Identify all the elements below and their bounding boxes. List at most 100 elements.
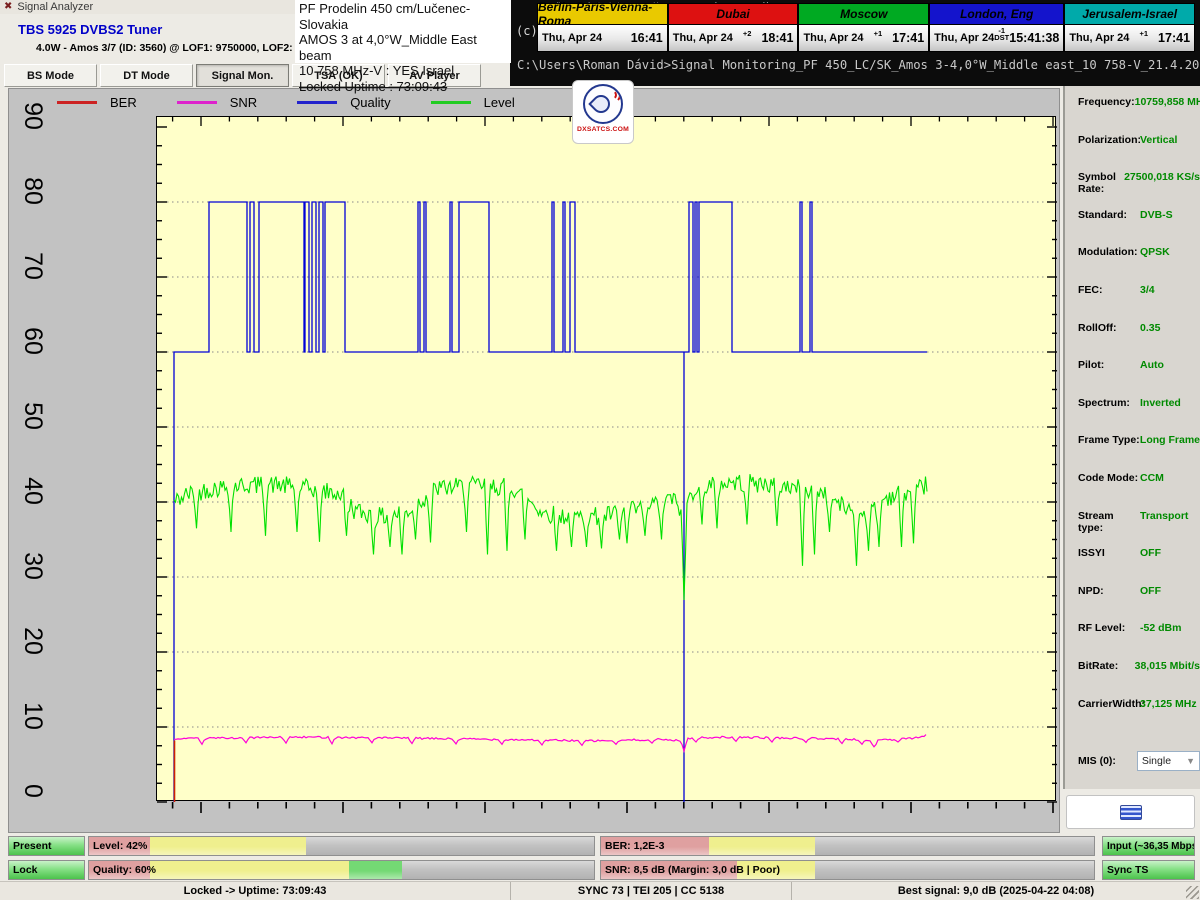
clock-jerusalem: Jerusalem-Israel Thu, Apr 24 +1 17:41 [1065, 4, 1194, 51]
panel-row: CarrierWidth:37,125 MHz [1078, 698, 1200, 736]
mis-dropdown[interactable]: Single ▼ [1137, 751, 1200, 771]
tab-signal-mon[interactable]: Signal Mon. [196, 64, 289, 87]
logo-text: DXSATCS.COM [577, 126, 629, 133]
legend-label: BER [110, 95, 137, 110]
clock-moscow-offset: +1 [874, 30, 883, 38]
panel-row-value: OFF [1140, 585, 1161, 597]
clock-dubai-offset: +2 [743, 30, 752, 38]
panel-row-label: RollOff: [1078, 322, 1140, 334]
y-tick-label: 90 [18, 94, 48, 138]
clock-london-time: 15:41:38 [1009, 31, 1059, 45]
panel-row-value: QPSK [1140, 246, 1170, 258]
annotation-note: PF Prodelin 450 cm/Lučenec-Slovakia AMOS… [295, 0, 511, 63]
meter-segment [709, 837, 815, 855]
snr-meter: SNR: 8,5 dB (Margin: 3,0 dB | Poor) [600, 860, 1095, 880]
panel-row-value: DVB-S [1140, 209, 1173, 221]
y-tick-label: 0 [18, 769, 48, 813]
legend-item-quality: Quality [297, 95, 390, 110]
panel-row-value: Transport [1140, 510, 1188, 522]
panel-row-value: 10759,858 MHz [1135, 96, 1200, 108]
present-indicator: Present [8, 836, 85, 856]
panel-row: NPD:OFF [1078, 585, 1200, 623]
y-tick-label: 50 [18, 394, 48, 438]
tab-dt-mode[interactable]: DT Mode [100, 64, 193, 87]
panel-row-label: RF Level: [1078, 622, 1140, 634]
clock-london: London, Eng Thu, Apr 24 -1DST 15:41:38 [930, 4, 1065, 51]
panel-row: Frame Type:Long Frame [1078, 434, 1200, 472]
y-tick-label: 30 [18, 544, 48, 588]
input-rate-indicator: Input (~36,35 Mbps) [1102, 836, 1195, 856]
tab-bs-mode[interactable]: BS Mode [4, 64, 97, 87]
clock-london-date: Thu, Apr 24 [934, 32, 994, 44]
panel-row-label: Frequency: [1078, 96, 1135, 108]
tuner-title: TBS 5925 DVBS2 Tuner [18, 22, 162, 37]
panel-row-value: 0.35 [1140, 322, 1160, 334]
status-uptime: Locked -> Uptime: 73:09:43 [0, 882, 511, 900]
clock-dubai-date: Thu, Apr 24 [673, 32, 733, 44]
y-tick-label: 40 [18, 469, 48, 513]
panel-row: ISSYIOFF [1078, 547, 1200, 585]
panel-row-value: 3/4 [1140, 284, 1155, 296]
panel-row-label: Code Mode: [1078, 472, 1140, 484]
note-line-frequency: 10 758 MHz-V : YES Israel [299, 63, 507, 79]
legend-swatch [57, 101, 97, 104]
mis-row: MIS (0): Single ▼ [1078, 751, 1200, 771]
world-clock-gadget: Berlin-Paris-Vienna-Roma Thu, Apr 24 16:… [537, 3, 1195, 52]
panel-row: Code Mode:CCM [1078, 472, 1200, 510]
panel-row-value: CCM [1140, 472, 1164, 484]
clock-london-dst-label: DST [994, 34, 1009, 42]
signal-monitor-chart: BERSNRQualityLevel 9080706050403020100 [8, 88, 1060, 833]
statusbar: Locked -> Uptime: 73:09:43 SYNC 73 | TEI… [0, 881, 1200, 900]
panel-row-value: OFF [1140, 547, 1161, 559]
panel-row-label: FEC: [1078, 284, 1140, 296]
note-line-antenna: PF Prodelin 450 cm/Lučenec-Slovakia [299, 1, 507, 32]
panel-row-label: Stream type: [1078, 510, 1140, 534]
panel-row-label: ISSYI [1078, 547, 1140, 559]
legend-label: Quality [350, 95, 390, 110]
panel-row-label: Pilot: [1078, 359, 1140, 371]
clock-jerusalem-title: Jerusalem-Israel [1065, 4, 1194, 25]
level-meter: Level: 42% [88, 836, 595, 856]
panel-row-label: Spectrum: [1078, 397, 1140, 409]
panel-row-value: Long Frame [1140, 434, 1200, 446]
clock-berlin-title: Berlin-Paris-Vienna-Roma [538, 4, 667, 25]
panel-row: Symbol Rate:27500,018 KS/s [1078, 171, 1200, 209]
note-line-satellite: AMOS 3 at 4,0°W_Middle East beam [299, 32, 507, 63]
y-tick-label: 10 [18, 694, 48, 738]
panel-rows: Frequency:10759,858 MHzPolarization:Vert… [1078, 96, 1200, 735]
panel-row-value: 38,015 Mbit/s [1135, 660, 1200, 672]
status-sync-counters: SYNC 73 | TEI 205 | CC 5138 [511, 882, 792, 900]
status-best-signal: Best signal: 9,0 dB (2025-04-22 04:08) [792, 882, 1200, 900]
clock-moscow-date: Thu, Apr 24 [803, 32, 863, 44]
record-device-button[interactable] [1066, 795, 1195, 829]
legend-item-level: Level [431, 95, 515, 110]
window-title: Signal Analyzer [17, 1, 93, 13]
panel-row: Frequency:10759,858 MHz [1078, 96, 1200, 134]
resize-grip[interactable] [1186, 886, 1199, 899]
satellite-dish-icon [583, 84, 623, 124]
panel-row-value: 27500,018 KS/s [1124, 171, 1200, 183]
panel-row: BitRate:38,015 Mbit/s [1078, 660, 1200, 698]
chevron-down-icon: ▼ [1186, 756, 1195, 766]
terminal-prompt-line: C:\Users\Roman Dávid>Signal Monitoring_P… [517, 58, 1200, 72]
transponder-info-panel: Frequency:10759,858 MHzPolarization:Vert… [1063, 85, 1200, 789]
clock-london-title: London, Eng [930, 4, 1063, 25]
panel-row: RollOff:0.35 [1078, 322, 1200, 360]
y-tick-label: 80 [18, 169, 48, 213]
y-tick-label: 70 [18, 244, 48, 288]
panel-row-value: -52 dBm [1140, 622, 1181, 634]
clock-berlin: Berlin-Paris-Vienna-Roma Thu, Apr 24 16:… [538, 4, 669, 51]
meter-segment [349, 861, 402, 879]
panel-row-label: CarrierWidth: [1078, 698, 1140, 710]
panel-row-value: Inverted [1140, 397, 1181, 409]
y-tick-label: 60 [18, 319, 48, 363]
legend-swatch [177, 101, 217, 104]
clock-jerusalem-time: 17:41 [1158, 31, 1190, 45]
clock-jerusalem-date: Thu, Apr 24 [1069, 32, 1129, 44]
quality-meter: Quality: 60% [88, 860, 595, 880]
panel-row-value: 37,125 MHz [1140, 698, 1197, 710]
dxsatcs-logo: DXSATCS.COM [572, 80, 634, 144]
clock-moscow-time: 17:41 [892, 31, 924, 45]
disk-icon [1120, 805, 1142, 820]
panel-row-value: Vertical [1140, 134, 1177, 146]
